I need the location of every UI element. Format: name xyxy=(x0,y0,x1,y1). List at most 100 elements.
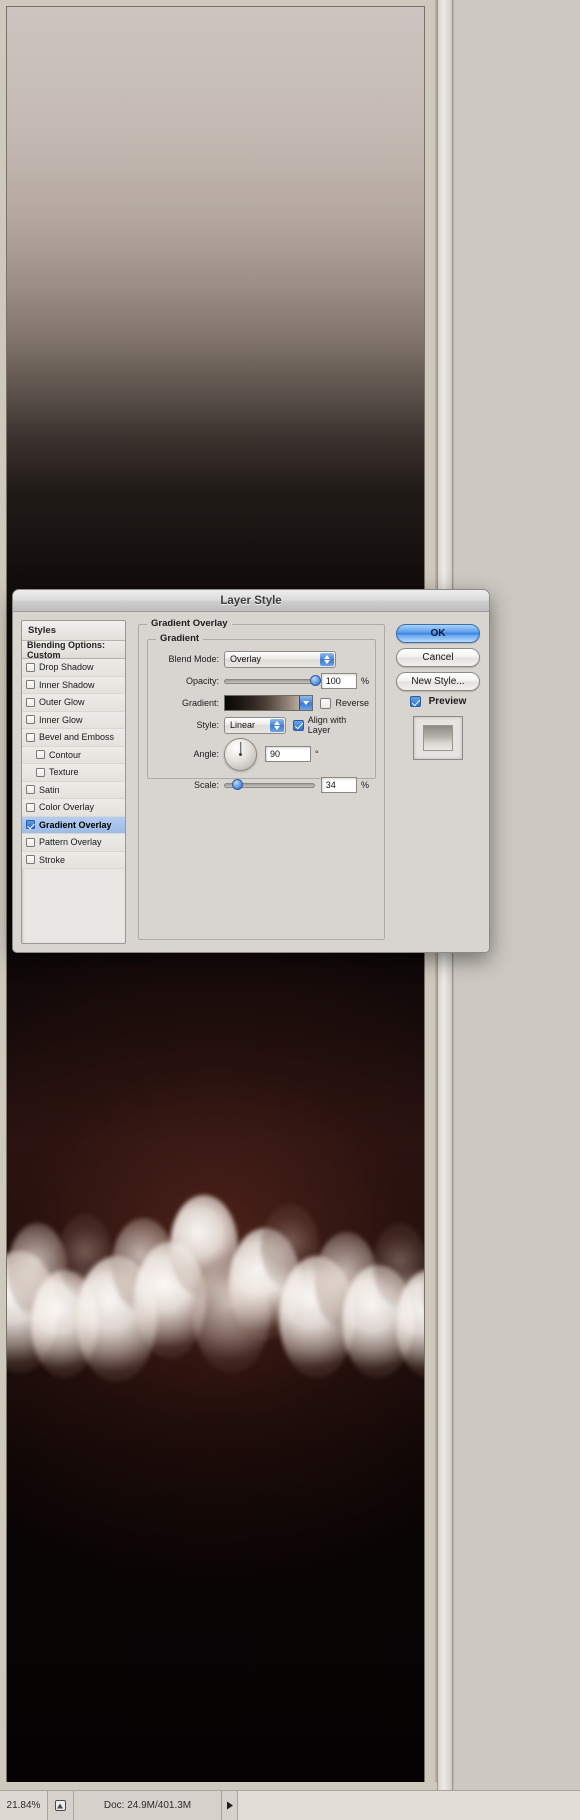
preview-label: Preview xyxy=(428,696,467,707)
document-info[interactable]: Doc: 24.9M/401.3M xyxy=(74,1791,222,1820)
sidebar-item-inner-glow[interactable]: Inner Glow xyxy=(22,711,125,729)
angle-label: Angle: xyxy=(193,749,219,759)
preview-toggle-row[interactable]: Preview xyxy=(396,696,480,707)
dialog-title: Layer Style xyxy=(220,594,282,607)
sidebar-item-label: Satin xyxy=(39,784,60,795)
gradient-style-value: Linear xyxy=(230,720,256,730)
checkbox-bevel-and-emboss[interactable] xyxy=(26,732,35,742)
status-bar-filler xyxy=(238,1791,580,1820)
angle-dial[interactable] xyxy=(224,737,257,771)
ok-button[interactable]: OK xyxy=(396,624,480,643)
new-style-button[interactable]: New Style... xyxy=(396,672,480,691)
sidebar-item-contour[interactable]: Contour xyxy=(22,746,125,764)
gradient-picker-dropdown-icon[interactable] xyxy=(299,696,313,710)
sidebar-item-label: Contour xyxy=(49,749,82,760)
layer-style-dialog: Layer Style Styles Blending Options: Cus… xyxy=(12,589,490,953)
sidebar-item-satin[interactable]: Satin xyxy=(22,781,125,799)
scale-slider[interactable] xyxy=(224,778,315,792)
sidebar-item-bevel-and-emboss[interactable]: Bevel and Emboss xyxy=(22,729,125,747)
group-title-gradient: Gradient xyxy=(156,633,204,644)
zoom-level-input[interactable]: 21.84% xyxy=(0,1791,48,1820)
chevron-updown-icon[interactable] xyxy=(269,718,284,732)
checkbox-contour[interactable] xyxy=(36,750,45,760)
styles-column: Styles Blending Options: Custom Drop Sha… xyxy=(21,620,126,944)
sidebar-item-label: Color Overlay xyxy=(39,802,95,813)
document-info-value: Doc: 24.9M/401.3M xyxy=(103,1800,192,1811)
sidebar-item-label: Pattern Overlay xyxy=(39,837,102,848)
status-top-strip xyxy=(0,1782,437,1790)
chevron-updown-icon[interactable] xyxy=(320,652,334,666)
sidebar-item-stroke[interactable]: Stroke xyxy=(22,851,125,869)
angle-value: 90 xyxy=(270,749,281,759)
checkbox-stroke[interactable] xyxy=(26,855,35,865)
blending-options-label: Blending Options: Custom xyxy=(27,639,105,660)
opacity-label: Opacity: xyxy=(185,676,219,686)
sidebar-item-label: Drop Shadow xyxy=(39,662,94,673)
checkbox-gradient-overlay[interactable] xyxy=(26,820,35,830)
cloud-band xyxy=(7,1176,424,1410)
checkbox-reverse[interactable] xyxy=(320,697,332,709)
dialog-button-column: OK Cancel New Style... Preview xyxy=(395,620,481,944)
checkbox-texture[interactable] xyxy=(36,767,45,777)
align-with-layer-label: Align with Layer xyxy=(307,715,347,735)
sidebar-item-gradient-overlay[interactable]: Gradient Overlay xyxy=(22,816,125,834)
scale-label: Scale: xyxy=(193,780,219,790)
sidebar-item-label: Texture xyxy=(49,767,79,778)
scale-input[interactable]: 34 xyxy=(320,777,357,793)
blend-mode-label: Blend Mode: xyxy=(168,654,219,664)
gradient-swatch[interactable] xyxy=(224,695,314,711)
checkbox-inner-glow[interactable] xyxy=(26,715,35,725)
styles-list[interactable]: Styles Blending Options: Custom Drop Sha… xyxy=(21,620,126,944)
sidebar-item-label: Bevel and Emboss xyxy=(39,732,115,743)
cancel-button[interactable]: Cancel xyxy=(396,648,480,667)
sidebar-item-label: Stroke xyxy=(39,854,66,865)
checkbox-align-with-layer[interactable] xyxy=(292,719,304,731)
gradient-style-select[interactable]: Linear xyxy=(224,716,286,734)
sidebar-item-pattern-overlay[interactable]: Pattern Overlay xyxy=(22,834,125,852)
opacity-unit: % xyxy=(360,676,369,686)
opacity-slider[interactable] xyxy=(224,674,321,688)
blend-mode-select[interactable]: Overlay xyxy=(224,650,336,668)
sidebar-item-texture[interactable]: Texture xyxy=(22,764,125,782)
styles-list-header: Styles xyxy=(22,621,125,641)
style-label: Style: xyxy=(196,720,219,730)
page-preview-icon[interactable] xyxy=(48,1791,74,1820)
opacity-input[interactable]: 100 xyxy=(320,673,357,689)
checkbox-drop-shadow[interactable] xyxy=(26,662,35,672)
sidebar-item-drop-shadow[interactable]: Drop Shadow xyxy=(22,659,125,677)
lower-photo-region xyxy=(7,916,424,1783)
preview-thumbnail-swatch xyxy=(423,725,453,751)
checkbox-inner-shadow[interactable] xyxy=(26,680,35,690)
angle-unit: ° xyxy=(315,749,319,759)
sidebar-item-label: Outer Glow xyxy=(39,697,85,708)
gradient-overlay-panel: Gradient Overlay Gradient Blend Mode: Ov… xyxy=(134,618,387,944)
opacity-value: 100 xyxy=(325,676,341,686)
sidebar-item-label: Inner Shadow xyxy=(39,679,95,690)
sidebar-item-color-overlay[interactable]: Color Overlay xyxy=(22,799,125,817)
scale-value: 34 xyxy=(325,780,336,790)
gradient-label: Gradient: xyxy=(181,698,219,708)
sidebar-item-label: Inner Glow xyxy=(39,714,83,725)
angle-hub xyxy=(239,752,242,756)
checkbox-color-overlay[interactable] xyxy=(26,802,35,812)
scale-slider-knob[interactable] xyxy=(232,779,243,790)
reverse-label: Reverse xyxy=(335,698,369,708)
sidebar-item-label: Gradient Overlay xyxy=(39,819,112,830)
gradient-group: Gradient Blend Mode: Overlay Opacity: 10… xyxy=(147,633,376,793)
opacity-slider-knob[interactable] xyxy=(310,675,321,686)
checkbox-satin[interactable] xyxy=(26,785,35,795)
sidebar-item-outer-glow[interactable]: Outer Glow xyxy=(22,694,125,712)
zoom-level-value: 21.84% xyxy=(6,1800,41,1811)
dialog-titlebar[interactable]: Layer Style xyxy=(13,590,489,612)
angle-input[interactable]: 90 xyxy=(265,746,311,762)
sidebar-item-inner-shadow[interactable]: Inner Shadow xyxy=(22,676,125,694)
checkbox-outer-glow[interactable] xyxy=(26,697,35,707)
opacity-slider-track[interactable] xyxy=(224,678,315,684)
sidebar-item-blending-options[interactable]: Blending Options: Custom xyxy=(22,639,125,660)
preview-thumbnail xyxy=(413,716,463,760)
play-arrow-icon[interactable] xyxy=(222,1791,238,1820)
checkbox-preview[interactable] xyxy=(409,696,421,707)
checkbox-pattern-overlay[interactable] xyxy=(26,837,35,847)
scale-unit: % xyxy=(360,780,369,790)
blend-mode-value: Overlay xyxy=(230,654,262,664)
